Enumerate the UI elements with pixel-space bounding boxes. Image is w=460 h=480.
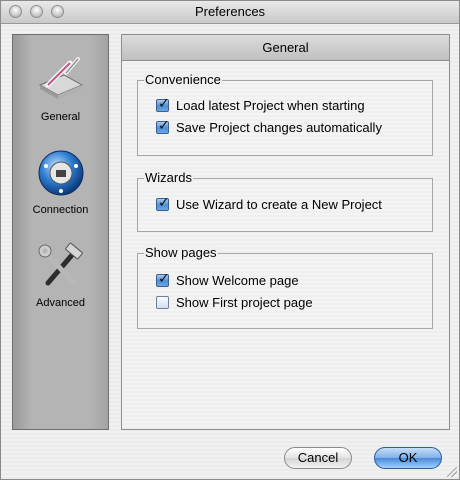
- group-legend: Wizards: [144, 170, 193, 186]
- sidebar-item-label: Advanced: [36, 297, 85, 309]
- show-first-project-page-checkbox[interactable]: Show First project page: [156, 294, 313, 310]
- panel-title: General: [122, 35, 449, 61]
- wizards-group: Wizards Use Wizard to create a New Proje…: [137, 170, 433, 232]
- checkbox-unchecked[interactable]: [156, 295, 169, 309]
- checkbox-label: Show Welcome page: [176, 272, 299, 288]
- checkbox-label: Use Wizard to create a New Project: [176, 196, 382, 212]
- group-legend: Show pages: [144, 245, 218, 261]
- sidebar-item-label: Connection: [32, 204, 89, 216]
- checkbox-label: Save Project changes automatically: [176, 119, 382, 135]
- checkbox-checked[interactable]: [156, 96, 170, 112]
- window-title: Preferences: [194, 4, 266, 19]
- group-legend: Convenience: [144, 72, 222, 88]
- sidebar-item-advanced[interactable]: Advanced: [13, 241, 108, 309]
- hammer-wrench-icon: [38, 242, 83, 286]
- cancel-button[interactable]: Cancel: [284, 447, 352, 469]
- save-project-changes-checkbox[interactable]: Save Project changes automatically: [156, 118, 382, 135]
- checkbox-checked[interactable]: [156, 195, 170, 211]
- sidebar-item-connection[interactable]: Connection: [13, 148, 108, 216]
- pen-tablet-icon: [38, 57, 83, 99]
- checkbox-checked[interactable]: [156, 118, 170, 134]
- checkbox-label: Show First project page: [176, 294, 313, 310]
- title-bar[interactable]: Preferences: [1, 1, 459, 24]
- sidebar-item-general[interactable]: General: [13, 55, 108, 123]
- load-latest-project-checkbox[interactable]: Load latest Project when starting: [156, 96, 365, 113]
- use-wizard-checkbox[interactable]: Use Wizard to create a New Project: [156, 195, 382, 212]
- resize-grip-icon[interactable]: [447, 467, 457, 477]
- network-globe-icon: [38, 150, 83, 196]
- sidebar-item-label: General: [40, 111, 81, 123]
- preferences-sidebar: General Connection Advanced: [12, 34, 109, 430]
- checkbox-checked[interactable]: [156, 271, 170, 287]
- show-pages-group: Show pages Show Welcome page Show First …: [137, 245, 433, 329]
- checkbox-label: Load latest Project when starting: [176, 97, 365, 113]
- convenience-group: Convenience Load latest Project when sta…: [137, 72, 433, 156]
- preferences-window: Preferences General Connection Advanced …: [0, 0, 460, 480]
- show-welcome-page-checkbox[interactable]: Show Welcome page: [156, 271, 299, 288]
- general-settings-panel: General Convenience Load latest Project …: [121, 34, 450, 430]
- ok-button[interactable]: OK: [374, 447, 442, 469]
